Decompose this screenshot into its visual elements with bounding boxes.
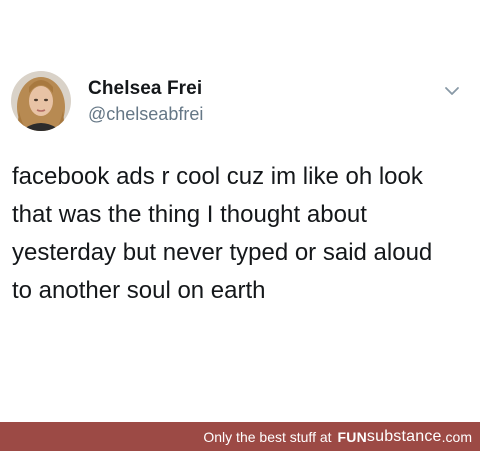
tweet-text-line: facebook ads r cool cuz im like oh look — [12, 163, 423, 190]
avatar-photo — [11, 71, 71, 131]
avatar[interactable] — [11, 71, 71, 131]
tweet-text-line: to another soul on earth — [12, 277, 266, 304]
tweet-screenshot: Chelsea Frei @chelseabfrei facebook ads … — [0, 0, 480, 451]
watermark-footer: Only the best stuff at FUN substance .com — [0, 422, 480, 451]
footer-brand-tld: .com — [441, 428, 472, 445]
tweet-text-line: yesterday but never typed or said aloud — [12, 239, 433, 266]
footer-brand-bold: FUN — [337, 428, 367, 445]
footer-brand-rest: substance — [366, 427, 442, 445]
tweet-text-line: that was the thing I thought about — [12, 201, 367, 228]
footer-caption: Only the best stuff at — [203, 428, 332, 445]
chevron-down-icon[interactable] — [443, 84, 461, 98]
tweet-text: facebook ads r cool cuz im like oh look … — [12, 158, 474, 310]
author-handle[interactable]: @chelseabfrei — [88, 104, 203, 125]
author-name[interactable]: Chelsea Frei — [88, 78, 202, 100]
